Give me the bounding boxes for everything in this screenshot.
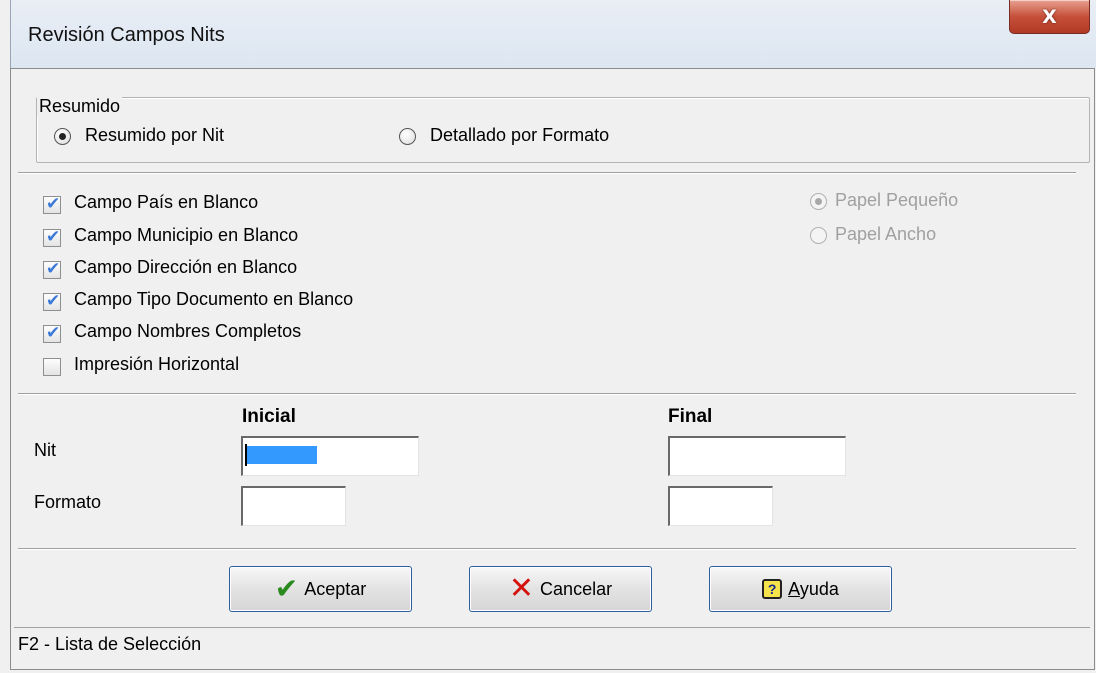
radio-resumido-por-nit[interactable] <box>54 128 71 145</box>
window-title: Revisión Campos Nits <box>28 24 225 46</box>
check-icon: ✔ <box>46 291 61 311</box>
radio-resumido-por-nit-label[interactable]: Resumido por Nit <box>85 125 224 146</box>
check-icon: ✔ <box>46 259 61 279</box>
formato-label: Formato <box>34 492 102 512</box>
radio-papel-ancho-label[interactable]: Papel Ancho <box>835 224 936 245</box>
checkbox-impresion-horizontal[interactable] <box>43 358 61 376</box>
nit-label: Nit <box>34 440 56 460</box>
close-button[interactable]: X <box>1009 0 1090 34</box>
status-text: F2 - Lista de Selección <box>18 634 202 654</box>
summary-group-legend: Resumido <box>37 96 123 117</box>
help-button-label: Ayuda <box>788 578 839 599</box>
checkbox-campo-tipo-documento[interactable]: ✔ <box>43 291 61 311</box>
title-bar: Revisión Campos Nits X <box>10 0 1096 68</box>
checkbox-impresion-horizontal-label[interactable]: Impresión Horizontal <box>74 354 239 375</box>
checkbox-campo-tipo-documento-label[interactable]: Campo Tipo Documento en Blanco <box>74 289 353 310</box>
close-icon: X <box>1042 5 1057 28</box>
check-icon: ✔ <box>46 323 61 343</box>
formato-final-input[interactable] <box>668 486 773 526</box>
column-header-final: Final <box>668 406 713 427</box>
help-button[interactable]: ? Ayuda <box>709 566 892 612</box>
summary-groupbox: Resumido Resumido por Nit Detallado por … <box>36 96 1090 163</box>
checkmark-icon: ✔ <box>274 572 299 605</box>
radio-papel-pequeno[interactable] <box>810 193 827 210</box>
checkbox-campo-municipio[interactable]: ✔ <box>43 227 61 247</box>
column-header-initial: Inicial <box>242 406 296 427</box>
radio-papel-pequeno-label[interactable]: Papel Pequeño <box>835 190 958 211</box>
checkbox-campo-nombres-completos[interactable]: ✔ <box>43 323 61 343</box>
separator <box>18 172 1076 174</box>
checkbox-campo-pais-label[interactable]: Campo País en Blanco <box>74 192 258 213</box>
accept-button-label: Aceptar <box>304 578 367 599</box>
checkbox-campo-direccion-label[interactable]: Campo Dirección en Blanco <box>74 257 297 278</box>
check-icon: ✔ <box>46 227 61 247</box>
x-icon: ✕ <box>508 571 535 606</box>
cancel-button-label: Cancelar <box>540 578 613 599</box>
cancel-button[interactable]: ✕ Cancelar <box>469 566 652 612</box>
radio-detallado-por-formato[interactable] <box>399 128 416 145</box>
selection-highlight <box>247 446 317 464</box>
checkbox-campo-nombres-completos-label[interactable]: Campo Nombres Completos <box>74 321 301 342</box>
radio-detallado-por-formato-label[interactable]: Detallado por Formato <box>430 125 609 146</box>
checkbox-campo-direccion[interactable]: ✔ <box>43 259 61 279</box>
separator <box>18 393 1076 395</box>
checkbox-campo-pais[interactable]: ✔ <box>43 194 61 214</box>
help-icon: ? <box>762 579 783 599</box>
accept-button[interactable]: ✔ Aceptar <box>229 566 412 612</box>
separator <box>18 548 1076 550</box>
formato-initial-input[interactable] <box>241 486 346 526</box>
nit-initial-input[interactable] <box>241 436 419 476</box>
checkbox-campo-municipio-label[interactable]: Campo Municipio en Blanco <box>74 225 298 246</box>
check-icon: ✔ <box>46 194 61 214</box>
nit-final-input[interactable] <box>668 436 846 476</box>
status-bar: F2 - Lista de Selección <box>14 627 1090 659</box>
radio-papel-ancho[interactable] <box>810 227 827 244</box>
